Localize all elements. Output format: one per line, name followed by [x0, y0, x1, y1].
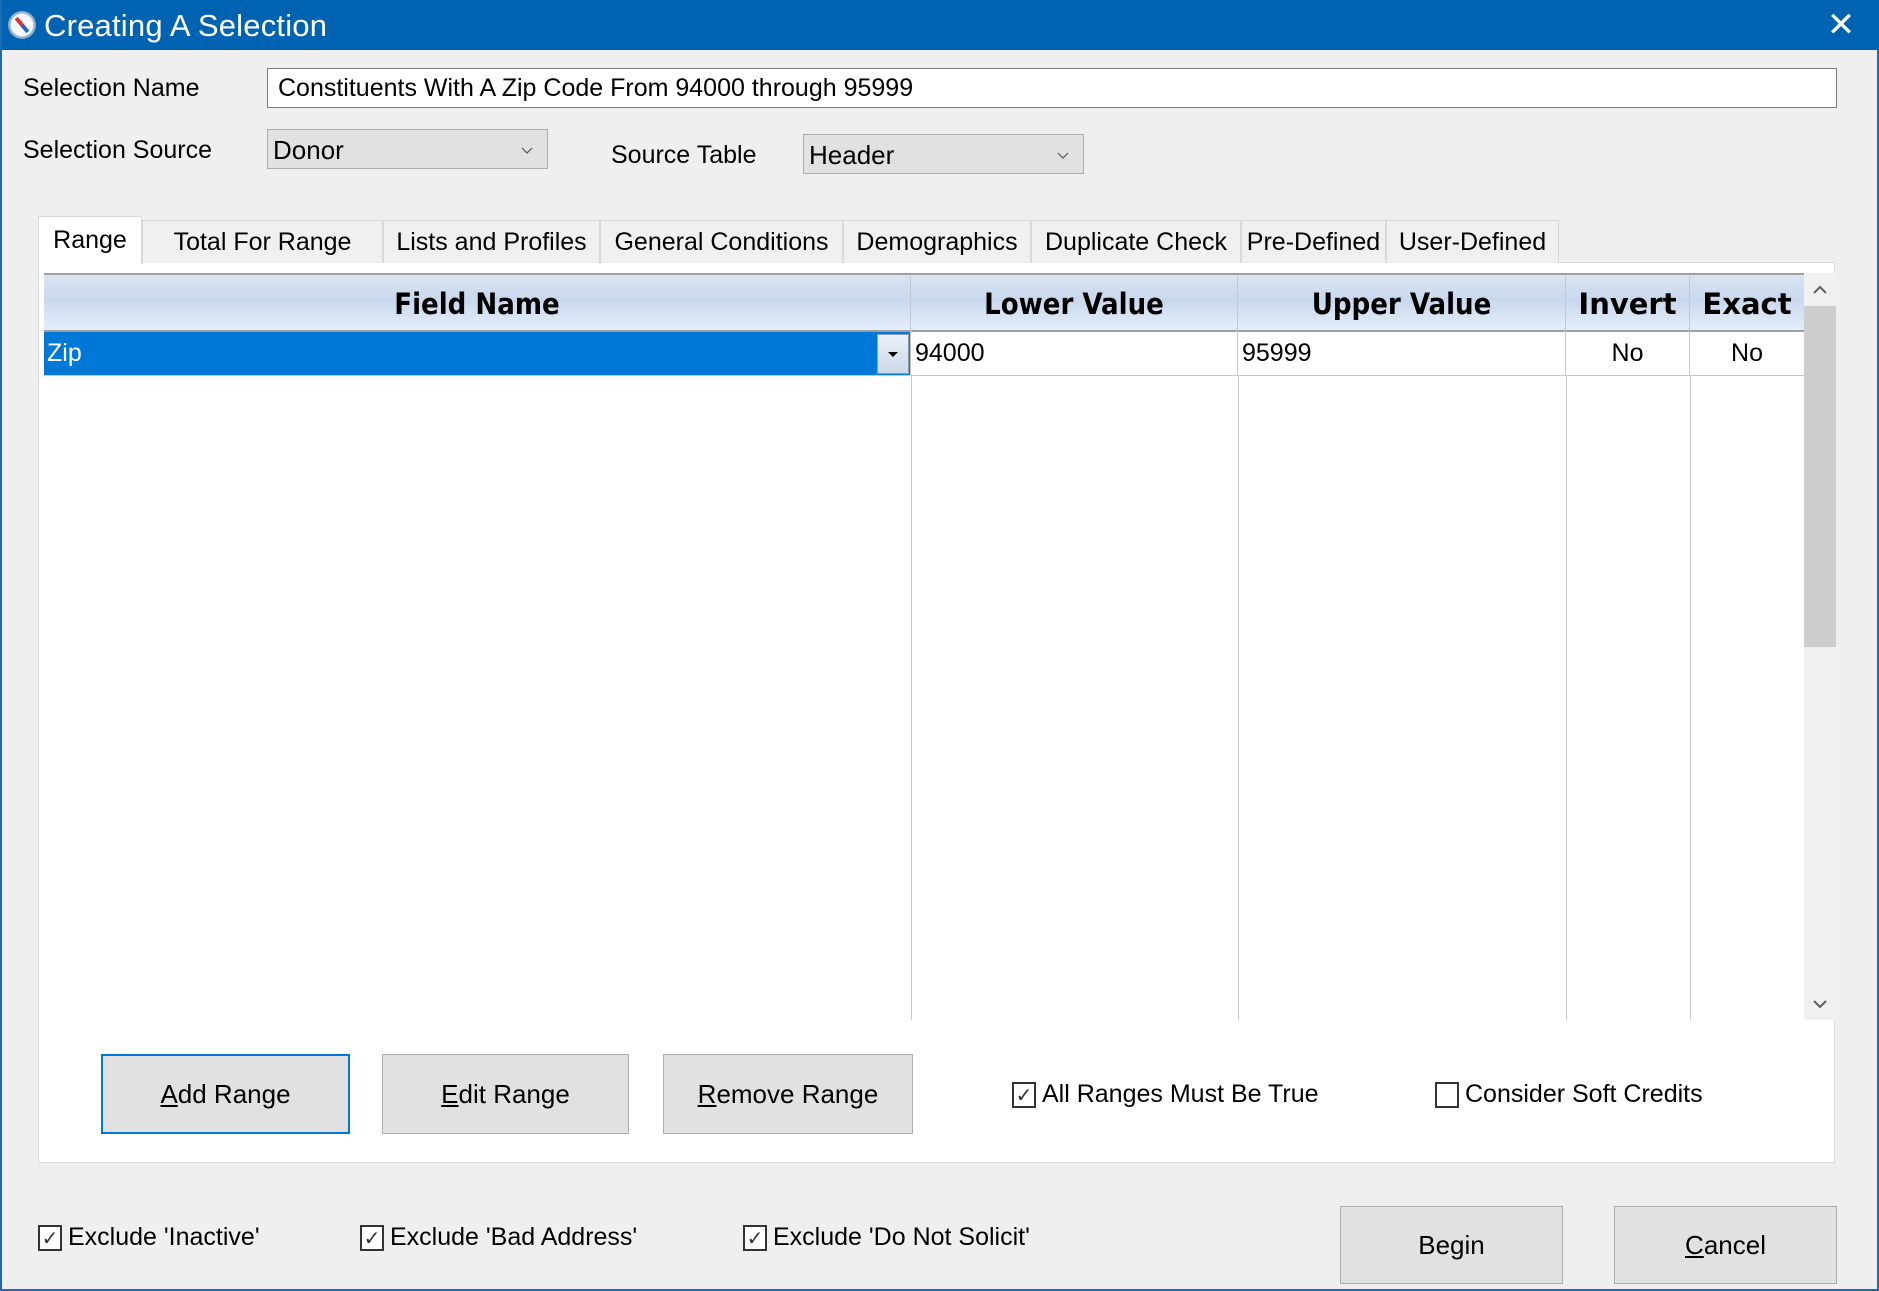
selection-source-value: Donor [273, 135, 344, 165]
all-ranges-must-be-true-checkbox[interactable]: ✓ All Ranges Must Be True [1012, 1080, 1319, 1109]
begin-label: Begin [1418, 1229, 1485, 1260]
column-divider [911, 376, 912, 1020]
tab-total-for-range[interactable]: Total For Range [142, 220, 383, 263]
cancel-label: Cancel [1685, 1229, 1766, 1260]
title-bar: Creating A Selection ✕ [2, 0, 1879, 50]
add-range-label: Add Range [160, 1078, 291, 1109]
scroll-down-button[interactable] [1804, 987, 1836, 1020]
selection-source-select[interactable]: Donor [267, 129, 548, 169]
chevron-up-icon [1813, 285, 1827, 294]
tab-pre-defined[interactable]: Pre-Defined [1241, 220, 1386, 263]
checkbox-checked-icon: ✓ [1012, 1081, 1036, 1108]
cell-upper-value[interactable]: 95999 [1238, 332, 1566, 375]
tab-label: Duplicate Check [1044, 227, 1228, 256]
tab-general-conditions[interactable]: General Conditions [600, 220, 843, 263]
column-header-invert[interactable]: Invert [1566, 275, 1690, 332]
cell-exact[interactable]: No [1690, 332, 1804, 375]
tab-label: Demographics [856, 227, 1018, 256]
cell-field-name[interactable]: Zip [44, 332, 911, 375]
close-icon: ✕ [1826, 5, 1856, 45]
tab-label: Pre-Defined [1246, 227, 1381, 256]
column-divider [1690, 376, 1691, 1020]
dialog-window: Creating A Selection ✕ Selection Name Co… [0, 0, 1879, 1291]
edit-range-button[interactable]: Edit Range [382, 1054, 629, 1134]
cell-lower-value[interactable]: 94000 [911, 332, 1238, 375]
add-range-button[interactable]: Add Range [101, 1054, 350, 1134]
column-divider [1238, 376, 1239, 1020]
exclude-do-not-solicit-checkbox[interactable]: ✓ Exclude 'Do Not Solicit' [743, 1223, 1030, 1252]
tab-demographics[interactable]: Demographics [843, 220, 1031, 263]
remove-range-button[interactable]: Remove Range [663, 1054, 913, 1134]
tab-label: Range [53, 226, 127, 254]
exclude-inactive-checkbox[interactable]: ✓ Exclude 'Inactive' [38, 1223, 260, 1252]
checkbox-label: Consider Soft Credits [1465, 1080, 1703, 1108]
grid-vertical-scrollbar[interactable] [1804, 273, 1836, 1020]
selection-name-label: Selection Name [23, 74, 200, 102]
range-grid: Field Name Lower Value Upper Value Inver… [44, 273, 1804, 1020]
chevron-down-icon [1813, 999, 1827, 1008]
column-divider [1566, 376, 1567, 1020]
tab-lists-and-profiles[interactable]: Lists and Profiles [383, 220, 600, 263]
chevron-down-icon [521, 147, 533, 154]
field-name-value: Zip [47, 339, 82, 367]
close-button[interactable]: ✕ [1801, 0, 1879, 50]
source-table-select[interactable]: Header [803, 134, 1084, 174]
source-table-label: Source Table [611, 141, 757, 169]
tab-range[interactable]: Range [38, 216, 142, 264]
tab-label: Lists and Profiles [396, 227, 587, 256]
checkbox-label: Exclude 'Inactive' [68, 1223, 260, 1251]
column-header-exact[interactable]: Exact [1690, 275, 1804, 332]
scroll-up-button[interactable] [1804, 273, 1836, 306]
checkbox-unchecked-icon [1435, 1081, 1459, 1108]
tab-label: General Conditions [614, 227, 829, 256]
dropdown-arrow-icon[interactable] [877, 334, 909, 374]
table-row[interactable]: Zip 94000 95999 No No [44, 332, 1804, 376]
checkbox-label: Exclude 'Bad Address' [390, 1223, 638, 1251]
chevron-down-icon [1057, 152, 1069, 159]
checkbox-checked-icon: ✓ [38, 1224, 62, 1251]
scroll-thumb[interactable] [1804, 306, 1836, 647]
exclude-bad-address-checkbox[interactable]: ✓ Exclude 'Bad Address' [360, 1223, 637, 1252]
window-title: Creating A Selection [44, 8, 328, 43]
column-header-lower-value[interactable]: Lower Value [911, 275, 1238, 332]
edit-range-label: Edit Range [441, 1078, 570, 1109]
column-header-upper-value[interactable]: Upper Value [1238, 275, 1566, 332]
consider-soft-credits-checkbox[interactable]: Consider Soft Credits [1435, 1080, 1703, 1109]
grid-header: Field Name Lower Value Upper Value Inver… [44, 273, 1804, 332]
checkbox-label: All Ranges Must Be True [1042, 1080, 1319, 1108]
cell-invert[interactable]: No [1566, 332, 1690, 375]
tab-user-defined[interactable]: User-Defined [1386, 220, 1559, 263]
checkbox-label: Exclude 'Do Not Solicit' [773, 1223, 1030, 1251]
selection-source-label: Selection Source [23, 136, 213, 164]
tab-label: Total For Range [173, 227, 352, 256]
checkbox-checked-icon: ✓ [743, 1224, 767, 1251]
source-table-value: Header [809, 140, 895, 170]
remove-range-label: Remove Range [697, 1078, 879, 1109]
begin-button[interactable]: Begin [1340, 1206, 1563, 1284]
column-header-field-name[interactable]: Field Name [44, 275, 911, 332]
compass-icon [8, 11, 36, 39]
tab-label: User-Defined [1398, 227, 1547, 256]
cancel-button[interactable]: Cancel [1614, 1206, 1837, 1284]
checkbox-checked-icon: ✓ [360, 1224, 384, 1251]
selection-name-input[interactable]: Constituents With A Zip Code From 94000 … [267, 68, 1837, 108]
tab-duplicate-check[interactable]: Duplicate Check [1031, 220, 1241, 263]
